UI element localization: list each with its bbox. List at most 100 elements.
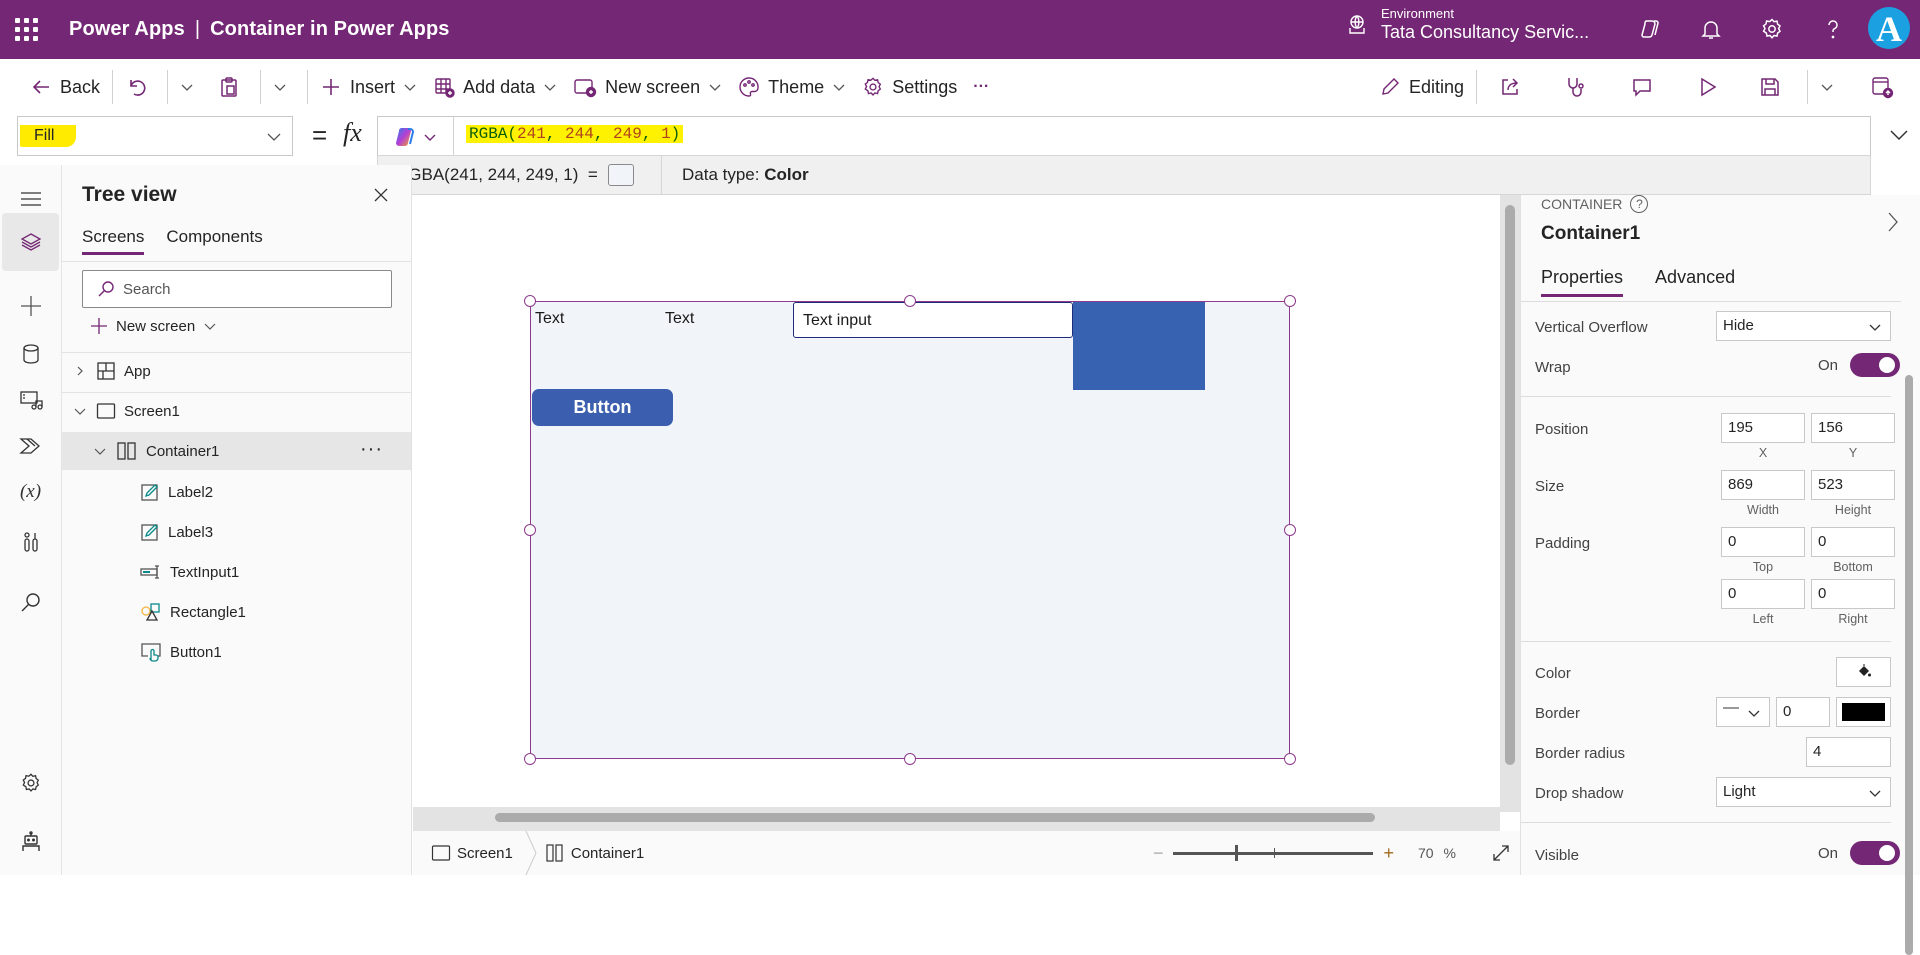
tree-view-button[interactable] bbox=[2, 213, 59, 271]
undo-dropdown[interactable] bbox=[172, 67, 210, 107]
zoom-slider-thumb[interactable] bbox=[1235, 845, 1239, 861]
publish-button[interactable] bbox=[1850, 67, 1920, 107]
container1[interactable]: Text Text Text input Button bbox=[530, 301, 1290, 759]
padding-top-input[interactable]: 0 bbox=[1721, 527, 1805, 557]
padding-bottom-input[interactable]: 0 bbox=[1811, 527, 1895, 557]
comments-button[interactable] bbox=[1613, 67, 1679, 107]
save-dropdown[interactable] bbox=[1812, 67, 1850, 107]
chevron-down-icon[interactable] bbox=[72, 406, 88, 416]
resize-handle-top-left[interactable] bbox=[524, 295, 536, 307]
close-tree-button[interactable] bbox=[373, 187, 389, 203]
tree-search-input[interactable]: Search bbox=[82, 270, 392, 308]
product-name[interactable]: Power Apps bbox=[69, 18, 185, 40]
property-dropdown[interactable]: Fill bbox=[17, 116, 293, 156]
wrap-toggle[interactable] bbox=[1850, 353, 1901, 377]
editing-mode-button[interactable]: Editing bbox=[1371, 67, 1472, 107]
back-button[interactable]: Back bbox=[22, 67, 108, 107]
vertical-overflow-dropdown[interactable]: Hide bbox=[1716, 311, 1891, 341]
position-x-input[interactable]: 195 bbox=[1721, 413, 1805, 443]
notifications-button[interactable] bbox=[1694, 12, 1728, 46]
advanced-tools-button[interactable] bbox=[2, 513, 59, 571]
padding-left-input[interactable]: 0 bbox=[1721, 579, 1805, 609]
resize-handle-top[interactable] bbox=[904, 295, 916, 307]
rectangle1[interactable] bbox=[1073, 302, 1205, 390]
border-width-input[interactable]: 0 bbox=[1776, 697, 1830, 727]
settings-rail-button[interactable] bbox=[2, 754, 59, 812]
settings-cmd-button[interactable]: Settings bbox=[854, 67, 965, 107]
canvas-vertical-scrollbar[interactable] bbox=[1500, 195, 1520, 812]
tab-screens[interactable]: Screens bbox=[82, 227, 145, 255]
label3[interactable]: Text bbox=[665, 310, 694, 328]
tab-properties[interactable]: Properties bbox=[1541, 267, 1624, 297]
node-more-button[interactable]: ··· bbox=[360, 438, 383, 461]
zoom-out-button[interactable]: − bbox=[1153, 843, 1164, 864]
control-name[interactable]: Container1 bbox=[1541, 223, 1640, 245]
scrollbar-thumb[interactable] bbox=[495, 813, 1375, 822]
preview-button[interactable] bbox=[1679, 67, 1745, 107]
add-data-button[interactable]: Add data bbox=[425, 67, 565, 107]
tab-advanced[interactable]: Advanced bbox=[1655, 267, 1735, 297]
formula-text[interactable]: RGBA(241, 244, 249, 1) bbox=[466, 125, 684, 143]
collapse-panel-button[interactable] bbox=[1886, 211, 1900, 233]
fit-to-window-icon[interactable] bbox=[1492, 844, 1510, 862]
more-commands-button[interactable]: ··· bbox=[965, 67, 997, 107]
new-screen-tree-button[interactable]: New screen bbox=[90, 317, 217, 335]
insert-button[interactable]: Insert bbox=[312, 67, 425, 107]
properties-scrollbar[interactable] bbox=[1905, 375, 1913, 955]
zoom-slider[interactable] bbox=[1173, 843, 1374, 863]
tree-node-label2[interactable]: Label2 bbox=[62, 473, 411, 511]
environment-picker[interactable]: Environment Tata Consultancy Servic... bbox=[1345, 6, 1589, 43]
position-y-input[interactable]: 156 bbox=[1811, 413, 1895, 443]
button1[interactable]: Button bbox=[532, 389, 673, 426]
textinput1[interactable]: Text input bbox=[793, 302, 1073, 338]
paste-dropdown[interactable] bbox=[265, 67, 303, 107]
breadcrumb-screen1[interactable]: Screen1 bbox=[431, 844, 513, 862]
theme-button[interactable]: Theme bbox=[730, 67, 854, 107]
padding-right-input[interactable]: 0 bbox=[1811, 579, 1895, 609]
paste-button[interactable] bbox=[210, 67, 256, 107]
resize-handle-top-right[interactable] bbox=[1284, 295, 1296, 307]
help-button[interactable] bbox=[1816, 12, 1850, 46]
resize-handle-right[interactable] bbox=[1284, 524, 1296, 536]
virtual-agent-button[interactable] bbox=[2, 813, 59, 871]
resize-handle-bottom[interactable] bbox=[904, 753, 916, 765]
drop-shadow-dropdown[interactable]: Light bbox=[1716, 777, 1891, 807]
tree-node-rectangle1[interactable]: Rectangle1 bbox=[62, 593, 411, 631]
height-input[interactable]: 523 bbox=[1811, 470, 1895, 500]
formula-input[interactable]: RGBA(241, 244, 249, 1) bbox=[377, 116, 1871, 156]
visible-toggle[interactable] bbox=[1850, 841, 1901, 865]
expand-formula-button[interactable] bbox=[1888, 124, 1910, 146]
resize-handle-bottom-left[interactable] bbox=[524, 753, 536, 765]
zoom-in-button[interactable]: + bbox=[1383, 843, 1394, 864]
canvas-horizontal-scrollbar[interactable] bbox=[413, 807, 1500, 831]
color-picker[interactable] bbox=[1836, 657, 1891, 687]
border-style-dropdown[interactable] bbox=[1716, 697, 1770, 727]
tree-node-screen1[interactable]: Screen1 bbox=[62, 392, 411, 430]
search-rail-button[interactable] bbox=[2, 573, 59, 631]
save-button[interactable] bbox=[1745, 67, 1803, 107]
avatar[interactable]: A bbox=[1868, 7, 1910, 49]
label2[interactable]: Text bbox=[535, 310, 564, 328]
share-button[interactable] bbox=[1481, 67, 1547, 107]
tree-node-textinput1[interactable]: TextInput1 bbox=[62, 553, 411, 591]
app-checker-button[interactable] bbox=[1547, 67, 1613, 107]
tree-node-label3[interactable]: Label3 bbox=[62, 513, 411, 551]
chevron-right-icon[interactable] bbox=[72, 366, 88, 376]
border-radius-input[interactable]: 4 bbox=[1806, 737, 1891, 767]
tree-node-app[interactable]: App bbox=[62, 352, 411, 390]
width-input[interactable]: 869 bbox=[1721, 470, 1805, 500]
tree-node-container1[interactable]: Container1 ··· bbox=[62, 432, 411, 470]
new-screen-button[interactable]: New screen bbox=[565, 67, 730, 107]
resize-handle-left[interactable] bbox=[524, 524, 536, 536]
undo-button[interactable] bbox=[117, 67, 163, 107]
scrollbar-thumb[interactable] bbox=[1505, 205, 1515, 765]
breadcrumb-container1[interactable]: Container1 bbox=[545, 843, 644, 863]
border-color-picker[interactable] bbox=[1836, 697, 1891, 727]
settings-button[interactable] bbox=[1755, 12, 1789, 46]
chevron-down-icon[interactable] bbox=[92, 446, 108, 456]
tree-node-button1[interactable]: Button1 bbox=[62, 633, 411, 671]
waffle-icon[interactable] bbox=[15, 18, 45, 41]
copilot-button[interactable] bbox=[1633, 12, 1667, 46]
resize-handle-bottom-right[interactable] bbox=[1284, 753, 1296, 765]
help-icon[interactable]: ? bbox=[1630, 195, 1649, 213]
